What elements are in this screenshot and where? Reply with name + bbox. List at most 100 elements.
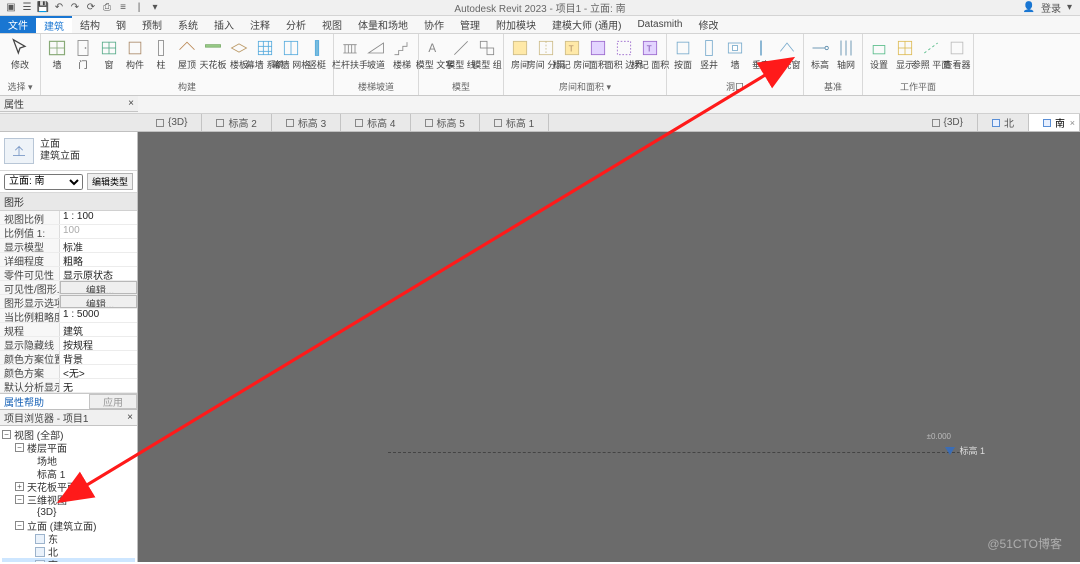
shaft-button[interactable]: 竖井 xyxy=(697,36,721,71)
level-button[interactable]: 标高 xyxy=(808,36,832,71)
property-row[interactable]: 当比例粗略度...1 : 5000 xyxy=(0,309,137,323)
qat-measure-icon[interactable]: ≡ xyxy=(116,1,130,15)
menu-tab-systems[interactable]: 系统 xyxy=(170,16,206,33)
type-selector[interactable]: 立面: 南 xyxy=(4,174,83,190)
view-tab-north[interactable]: 北 xyxy=(978,114,1029,131)
view-tab-3d-2[interactable]: {3D} xyxy=(918,114,978,131)
menu-tab-massing[interactable]: 体量和场地 xyxy=(350,16,416,33)
curtain-grid-button[interactable]: 幕墙 网格 xyxy=(279,36,303,71)
type-preview[interactable]: 立面建筑立面 xyxy=(0,132,137,171)
modify-button[interactable]: 修改 xyxy=(4,36,36,71)
menu-tab-manage[interactable]: 管理 xyxy=(452,16,488,33)
tree-ceilingplans[interactable]: +天花板平面 xyxy=(2,480,135,493)
property-row[interactable]: 显示隐藏线按规程 xyxy=(0,337,137,351)
property-row[interactable]: 颜色方案位置背景 xyxy=(0,351,137,365)
menu-tab-addins[interactable]: 附加模块 xyxy=(488,16,544,33)
property-row[interactable]: 默认分析显示...无 xyxy=(0,379,137,393)
qat-print-icon[interactable]: ⎙ xyxy=(100,1,114,15)
tree-toggle-icon[interactable]: − xyxy=(15,443,24,452)
menu-tab-collab[interactable]: 协作 xyxy=(416,16,452,33)
tree-item-south[interactable]: 南 xyxy=(2,558,135,562)
user-icon[interactable]: 👤 xyxy=(1023,2,1035,13)
menu-tab-master[interactable]: 建模大师 (通用) xyxy=(544,16,629,33)
menu-tab-datasmith[interactable]: Datasmith xyxy=(629,16,690,33)
menu-tab-architecture[interactable]: 建筑 xyxy=(36,16,72,33)
properties-close-icon[interactable]: × xyxy=(128,98,134,109)
tree-item-east[interactable]: 东 xyxy=(2,532,135,545)
menu-tab-insert[interactable]: 插入 xyxy=(206,16,242,33)
view-tab-south[interactable]: 南× xyxy=(1029,114,1080,131)
tag-area-button[interactable]: T标记 面积 xyxy=(638,36,662,71)
tree-elevations[interactable]: −立面 (建筑立面) xyxy=(2,519,135,532)
ramp-button[interactable]: 坡道 xyxy=(364,36,388,71)
tree-floorplans[interactable]: −楼层平面 xyxy=(2,441,135,454)
tree-toggle-icon[interactable]: − xyxy=(15,495,24,504)
menu-tab-file[interactable]: 文件 xyxy=(0,16,36,33)
wallopen-button[interactable]: 墙 xyxy=(723,36,747,71)
menu-tab-annotate[interactable]: 注释 xyxy=(242,16,278,33)
viewer-button[interactable]: 查看器 xyxy=(945,36,969,71)
property-row[interactable]: 颜色方案<无> xyxy=(0,365,137,379)
view-tab-l5[interactable]: 标高 5 xyxy=(411,114,480,131)
property-value[interactable]: 标准 xyxy=(60,239,137,252)
ceiling-button[interactable]: 天花板 xyxy=(201,36,225,71)
vertical-button[interactable]: 垂直 xyxy=(749,36,773,71)
property-row[interactable]: 显示模型标准 xyxy=(0,239,137,253)
property-edit-button[interactable]: 编辑... xyxy=(60,281,137,294)
menu-tab-precast[interactable]: 预制 xyxy=(134,16,170,33)
qat-save-icon[interactable]: 💾 xyxy=(36,1,50,15)
app-icon[interactable]: ▣ xyxy=(4,1,18,15)
qat-sync-icon[interactable]: ⟳ xyxy=(84,1,98,15)
property-edit-button[interactable]: 编辑... xyxy=(60,295,137,308)
grid-button[interactable]: 轴网 xyxy=(834,36,858,71)
apply-button[interactable]: 应用 xyxy=(89,394,137,409)
railing-button[interactable]: 栏杆扶手 xyxy=(338,36,362,71)
menu-tab-view[interactable]: 视图 xyxy=(314,16,350,33)
component-button[interactable]: 构件 xyxy=(123,36,147,71)
qat-redo-icon[interactable]: ↷ xyxy=(68,1,82,15)
view-tab-l1[interactable]: 标高 1 xyxy=(480,114,549,131)
property-help-link[interactable]: 属性帮助 xyxy=(0,394,89,409)
menu-tab-steel[interactable]: 钢 xyxy=(108,16,134,33)
view-tab-l2[interactable]: 标高 2 xyxy=(202,114,271,131)
qat-more-icon[interactable]: ▾ xyxy=(148,1,162,15)
property-row[interactable]: 详细程度粗略 xyxy=(0,253,137,267)
property-row[interactable]: 规程建筑 xyxy=(0,323,137,337)
tree-toggle-icon[interactable]: − xyxy=(15,521,24,530)
property-value[interactable]: 显示原状态 xyxy=(60,267,137,280)
close-icon[interactable]: × xyxy=(1070,118,1075,128)
mullion-button[interactable]: 竖梃 xyxy=(305,36,329,71)
tree-item-north[interactable]: 北 xyxy=(2,545,135,558)
tag-room-button[interactable]: T标记 房间 xyxy=(560,36,584,71)
menu-tab-analyze[interactable]: 分析 xyxy=(278,16,314,33)
tree-3dviews[interactable]: −三维视图 xyxy=(2,493,135,506)
view-tab-l3[interactable]: 标高 3 xyxy=(272,114,341,131)
menu-tab-modify[interactable]: 修改 xyxy=(690,16,726,33)
window-button[interactable]: 窗 xyxy=(97,36,121,71)
property-value[interactable]: 1 : 5000 xyxy=(60,309,137,322)
login-link[interactable]: 登录 xyxy=(1041,0,1061,15)
column-button[interactable]: 柱 xyxy=(149,36,173,71)
property-value[interactable]: 无 xyxy=(60,379,137,392)
tree-item-site[interactable]: 场地 xyxy=(2,454,135,467)
property-row[interactable]: 零件可见性显示原状态 xyxy=(0,267,137,281)
property-value[interactable]: 粗略 xyxy=(60,253,137,266)
modelline-button[interactable]: 模型 线 xyxy=(449,36,473,71)
dormer-button[interactable]: 老虎窗 xyxy=(775,36,799,71)
property-value[interactable]: 背景 xyxy=(60,351,137,364)
help-icon[interactable]: ▾ xyxy=(1067,2,1072,13)
property-value[interactable]: 按规程 xyxy=(60,337,137,350)
property-row[interactable]: 比例值 1:100 xyxy=(0,225,137,239)
level-marker[interactable]: ±0.000 标高 1 xyxy=(945,444,985,457)
set-button[interactable]: 设置 xyxy=(867,36,891,71)
drawing-canvas[interactable]: ±0.000 标高 1 @51CTO博客 xyxy=(138,132,1080,562)
qat-undo-icon[interactable]: ↶ xyxy=(52,1,66,15)
property-value[interactable]: <无> xyxy=(60,365,137,378)
refplane-button[interactable]: 参照 平面 xyxy=(919,36,943,71)
tree-toggle-icon[interactable]: + xyxy=(15,482,24,491)
property-row[interactable]: 可见性/图形...编辑... xyxy=(0,281,137,295)
property-value[interactable]: 100 xyxy=(60,225,137,238)
view-tab-3d-1[interactable]: {3D} xyxy=(142,114,202,131)
edit-type-button[interactable]: 编辑类型 xyxy=(87,173,133,190)
qat-open-icon[interactable]: ☰ xyxy=(20,1,34,15)
